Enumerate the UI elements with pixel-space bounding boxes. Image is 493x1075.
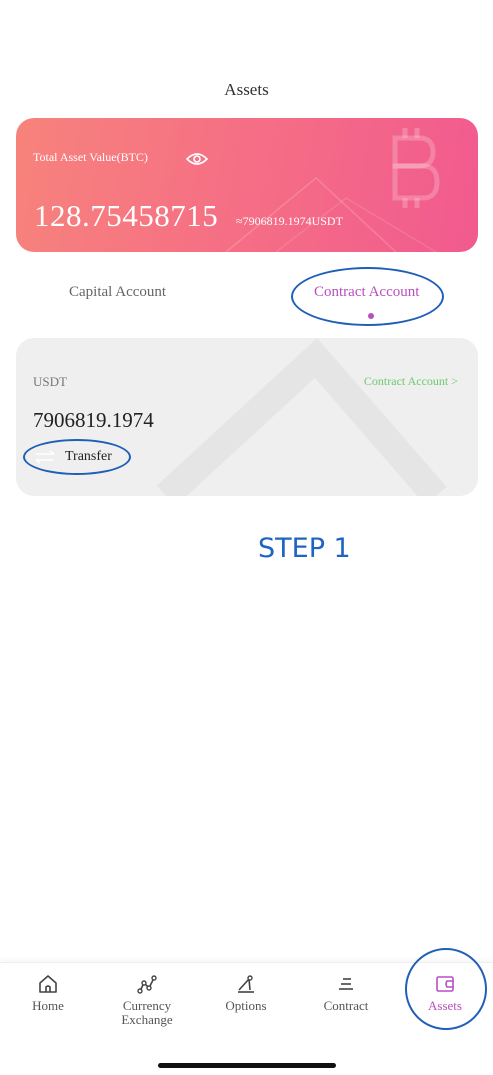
contract-icon: [339, 978, 353, 990]
nav-currency-exchange-label: Currency Exchange: [121, 998, 173, 1027]
nav-options-label: Options: [225, 998, 267, 1013]
transfer-label: Transfer: [65, 449, 112, 464]
transfer-button[interactable]: Transfer: [34, 446, 112, 468]
options-icon: [238, 975, 254, 993]
nav-home-label: Home: [32, 998, 64, 1013]
transfer-arrows-icon: [35, 450, 55, 464]
total-asset-card: Total Asset Value(BTC) 128.75458715 ≈790…: [16, 118, 478, 252]
tab-contract-account[interactable]: Contract Account: [314, 284, 419, 301]
nav-options[interactable]: Options: [201, 973, 291, 1013]
nav-assets[interactable]: Assets: [400, 973, 490, 1013]
contract-account-card: USDT Contract Account > 7906819.1974 Tra…: [16, 338, 478, 496]
contract-account-link[interactable]: Contract Account >: [364, 374, 458, 389]
bitcoin-icon: [392, 128, 440, 208]
nav-assets-label: Assets: [428, 998, 462, 1013]
total-asset-label: Total Asset Value(BTC): [33, 150, 148, 164]
home-indicator: [158, 1063, 336, 1068]
home-icon: [39, 975, 57, 993]
active-tab-indicator: [368, 313, 374, 319]
tab-capital-account[interactable]: Capital Account: [69, 284, 166, 301]
account-currency: USDT: [33, 374, 67, 389]
nav-contract-label: Contract: [323, 998, 369, 1013]
eye-icon[interactable]: [186, 151, 208, 167]
wallet-icon: [436, 976, 454, 992]
usdt-approx-value: ≈7906819.1974USDT: [236, 214, 343, 228]
account-balance: 7906819.1974: [33, 408, 154, 432]
step-annotation: STEP 1: [258, 533, 351, 564]
exchange-icon: [137, 975, 157, 994]
bottom-navigation: Home Currency Exchange Options Contract: [0, 962, 493, 1075]
nav-home[interactable]: Home: [3, 973, 93, 1013]
page-title: Assets: [224, 80, 269, 99]
btc-total-value: 128.75458715: [34, 198, 219, 233]
nav-currency-exchange[interactable]: Currency Exchange: [102, 973, 192, 1027]
nav-contract[interactable]: Contract: [301, 973, 391, 1013]
